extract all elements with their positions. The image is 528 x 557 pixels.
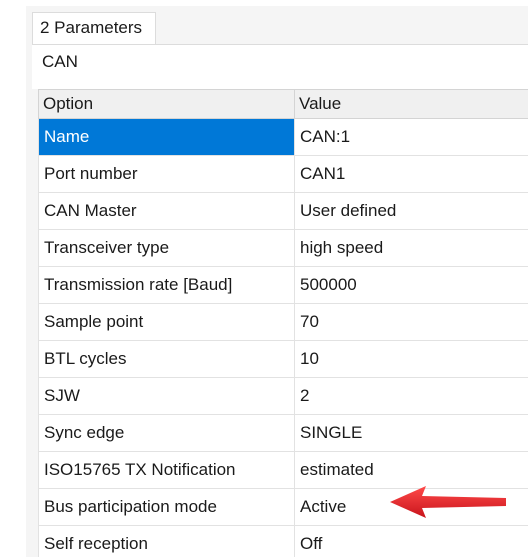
option-cell[interactable]: Name bbox=[38, 118, 295, 156]
value-cell[interactable]: 10 bbox=[294, 340, 528, 378]
table-row[interactable]: SJW 2 bbox=[38, 377, 528, 415]
table-row[interactable]: CAN Master User defined bbox=[38, 192, 528, 230]
value-cell[interactable]: Off bbox=[294, 525, 528, 557]
option-cell[interactable]: BTL cycles bbox=[38, 340, 295, 378]
option-cell[interactable]: Bus participation mode bbox=[38, 488, 295, 526]
table-row[interactable]: ISO15765 TX Notification estimated bbox=[38, 451, 528, 489]
value-cell[interactable]: 500000 bbox=[294, 266, 528, 304]
value-cell[interactable]: high speed bbox=[294, 229, 528, 267]
value-cell[interactable]: CAN:1 bbox=[294, 118, 528, 156]
value-cell[interactable]: 2 bbox=[294, 377, 528, 415]
option-cell[interactable]: Port number bbox=[38, 155, 295, 193]
option-cell[interactable]: Transmission rate [Baud] bbox=[38, 266, 295, 304]
option-cell[interactable]: Sample point bbox=[38, 303, 295, 341]
table-row[interactable]: Sync edge SINGLE bbox=[38, 414, 528, 452]
option-cell[interactable]: CAN Master bbox=[38, 192, 295, 230]
value-cell[interactable]: 70 bbox=[294, 303, 528, 341]
screenshot-root: 2 Parameters CAN Option Value Name CAN:1 bbox=[0, 0, 528, 557]
column-header-value[interactable]: Value bbox=[294, 89, 528, 119]
table-row[interactable]: BTL cycles 10 bbox=[38, 340, 528, 378]
option-cell[interactable]: Self reception bbox=[38, 525, 295, 557]
table-row[interactable]: Self reception Off bbox=[38, 525, 528, 557]
value-cell[interactable]: SINGLE bbox=[294, 414, 528, 452]
option-cell[interactable]: Sync edge bbox=[38, 414, 295, 452]
column-header-option[interactable]: Option bbox=[38, 89, 295, 119]
value-cell[interactable]: estimated bbox=[294, 451, 528, 489]
table-row[interactable]: Port number CAN1 bbox=[38, 155, 528, 193]
red-arrow-left-icon bbox=[390, 486, 506, 518]
table-row[interactable]: Transmission rate [Baud] 500000 bbox=[38, 266, 528, 304]
value-cell[interactable]: User defined bbox=[294, 192, 528, 230]
group-label: CAN bbox=[42, 52, 78, 71]
option-cell[interactable]: SJW bbox=[38, 377, 295, 415]
parameters-panel: 2 Parameters CAN Option Value Name CAN:1 bbox=[26, 6, 528, 557]
tab-parameters[interactable]: 2 Parameters bbox=[32, 12, 156, 44]
option-cell[interactable]: ISO15765 TX Notification bbox=[38, 451, 295, 489]
table-row[interactable]: Sample point 70 bbox=[38, 303, 528, 341]
value-cell[interactable]: CAN1 bbox=[294, 155, 528, 193]
table-row[interactable]: Transceiver type high speed bbox=[38, 229, 528, 267]
can-group-header: CAN bbox=[32, 44, 528, 89]
table-header-row: Option Value bbox=[38, 89, 528, 119]
option-cell[interactable]: Transceiver type bbox=[38, 229, 295, 267]
table-row[interactable]: Name CAN:1 bbox=[38, 118, 528, 156]
